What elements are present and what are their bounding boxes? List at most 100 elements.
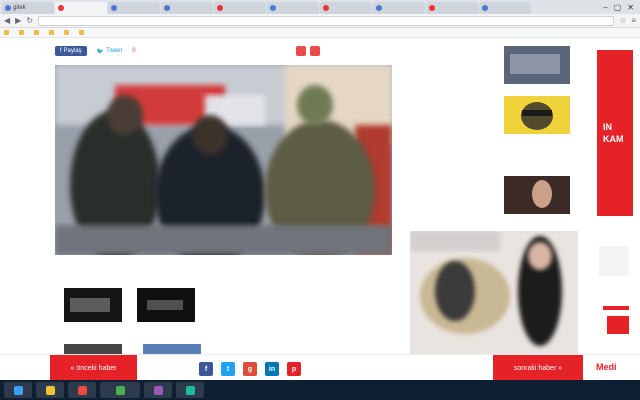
thumbnail-image [64,288,122,322]
bookmark-item[interactable] [79,30,86,35]
address-bar: ◀ ▶ ↻ ☆ ≡ [0,14,640,28]
favicon-icon [323,5,329,11]
featured-photo-illustration [410,231,578,355]
thumbnail-image [137,288,195,322]
browser-tab[interactable] [161,2,213,14]
google-plus-icon[interactable]: g [243,362,257,376]
sidebar-news-image [504,176,570,214]
browser-tab[interactable] [214,2,266,14]
folder-icon [64,30,69,35]
browser-tab[interactable] [108,2,160,14]
minimize-icon[interactable]: – [603,3,607,12]
sidebar-featured-image[interactable] [410,231,578,355]
twitter-share-button[interactable]: 🐦 Tweet [93,46,127,56]
folder-icon [19,30,24,35]
brand-logo-text: Medi [596,362,617,372]
previous-article-button[interactable]: « önceki haber [50,355,137,381]
share-row: f Paylaş 🐦 Tweet 0 [55,46,136,56]
web-page: f Paylaş 🐦 Tweet 0 IN KAM [0,38,640,380]
facebook-share-button[interactable]: f Paylaş [55,46,87,56]
favicon-icon [111,5,117,11]
facebook-share-label: Paylaş [63,48,82,54]
os-taskbar [0,380,640,400]
favicon-icon [164,5,170,11]
gallery-thumbnail[interactable] [137,288,195,322]
browser-tab[interactable] [373,2,425,14]
folder-icon [79,30,84,35]
url-input[interactable] [38,15,615,26]
browser-tab[interactable]: gitek [2,2,54,14]
gallery-thumbnail[interactable] [64,288,122,322]
facebook-icon: f [60,48,62,54]
facebook-icon[interactable]: f [199,362,213,376]
bookmark-item[interactable] [64,30,71,35]
taskbar-app[interactable] [144,382,172,398]
app-icon [153,385,163,395]
menu-icon[interactable]: ≡ [631,16,636,25]
chrome-icon [115,385,125,395]
folder-icon [49,30,54,35]
taskbar-app-active[interactable] [100,382,140,398]
tag-badge[interactable] [310,46,320,56]
ad-text-line: IN [603,122,612,132]
twitter-share-label: Tweet [106,48,123,54]
favicon-icon [270,5,276,11]
twitter-icon[interactable]: t [221,362,235,376]
sidebar-news-item[interactable] [414,146,574,160]
favicon-icon [482,5,488,11]
tag-badge[interactable] [296,46,306,56]
ad-text-line: KAM [603,134,624,144]
favicon-icon [217,5,223,11]
bookmarks-bar [0,28,640,38]
app-icon [185,385,195,395]
sidebar-news-item[interactable] [414,96,574,136]
browser-window: gitek – ▢ ✕ ◀ ▶ ↻ ☆ ≡ f Paylaş 🐦 Tweet 0… [0,0,640,400]
bookmark-item[interactable] [34,30,41,35]
pinterest-icon[interactable]: p [287,362,301,376]
media-player-icon [77,385,87,395]
browser-tab[interactable] [426,2,478,14]
share-count: 0 [132,48,136,54]
sidebar-news-item[interactable] [414,46,574,86]
advertisement-banner[interactable]: IN KAM [597,50,633,372]
folder-icon [45,385,55,395]
favicon-icon [376,5,382,11]
article-nav-bar: « önceki haber f t g in p sonraki haber … [0,354,640,381]
close-icon[interactable]: ✕ [627,3,634,12]
bookmark-item[interactable] [19,30,26,35]
article-hero-image [55,65,392,255]
twitter-icon: 🐦 [96,48,105,55]
taskbar-app[interactable] [176,382,204,398]
favicon-icon [429,5,435,11]
favicon-icon [5,5,11,11]
hero-photo-illustration [55,65,392,255]
sidebar-news-item[interactable] [414,176,574,216]
windows-logo-icon [13,385,23,395]
star-icon[interactable]: ☆ [619,16,626,25]
browser-tab[interactable] [320,2,372,14]
favicon-icon [58,5,64,11]
forward-icon[interactable]: ▶ [15,16,21,25]
next-article-button[interactable]: sonraki haber » [493,355,583,381]
sidebar-news-image [504,46,570,84]
start-button[interactable] [4,382,32,398]
folder-icon [4,30,9,35]
browser-tab-active[interactable] [55,2,107,14]
maximize-icon[interactable]: ▢ [614,3,622,12]
reload-icon[interactable]: ↻ [26,16,33,25]
tab-strip: gitek – ▢ ✕ [0,0,640,14]
back-icon[interactable]: ◀ [4,16,10,25]
window-controls: – ▢ ✕ [603,3,640,12]
browser-tab[interactable] [479,2,531,14]
linkedin-icon[interactable]: in [265,362,279,376]
tab-label: gitek [13,5,26,11]
taskbar-app[interactable] [68,382,96,398]
tag-row [296,46,320,56]
folder-icon [34,30,39,35]
taskbar-app[interactable] [36,382,64,398]
bookmark-item[interactable] [49,30,56,35]
sidebar-news-image [504,96,570,134]
ad-white-panel [597,216,633,372]
bookmark-item[interactable] [4,30,11,35]
browser-tab[interactable] [267,2,319,14]
